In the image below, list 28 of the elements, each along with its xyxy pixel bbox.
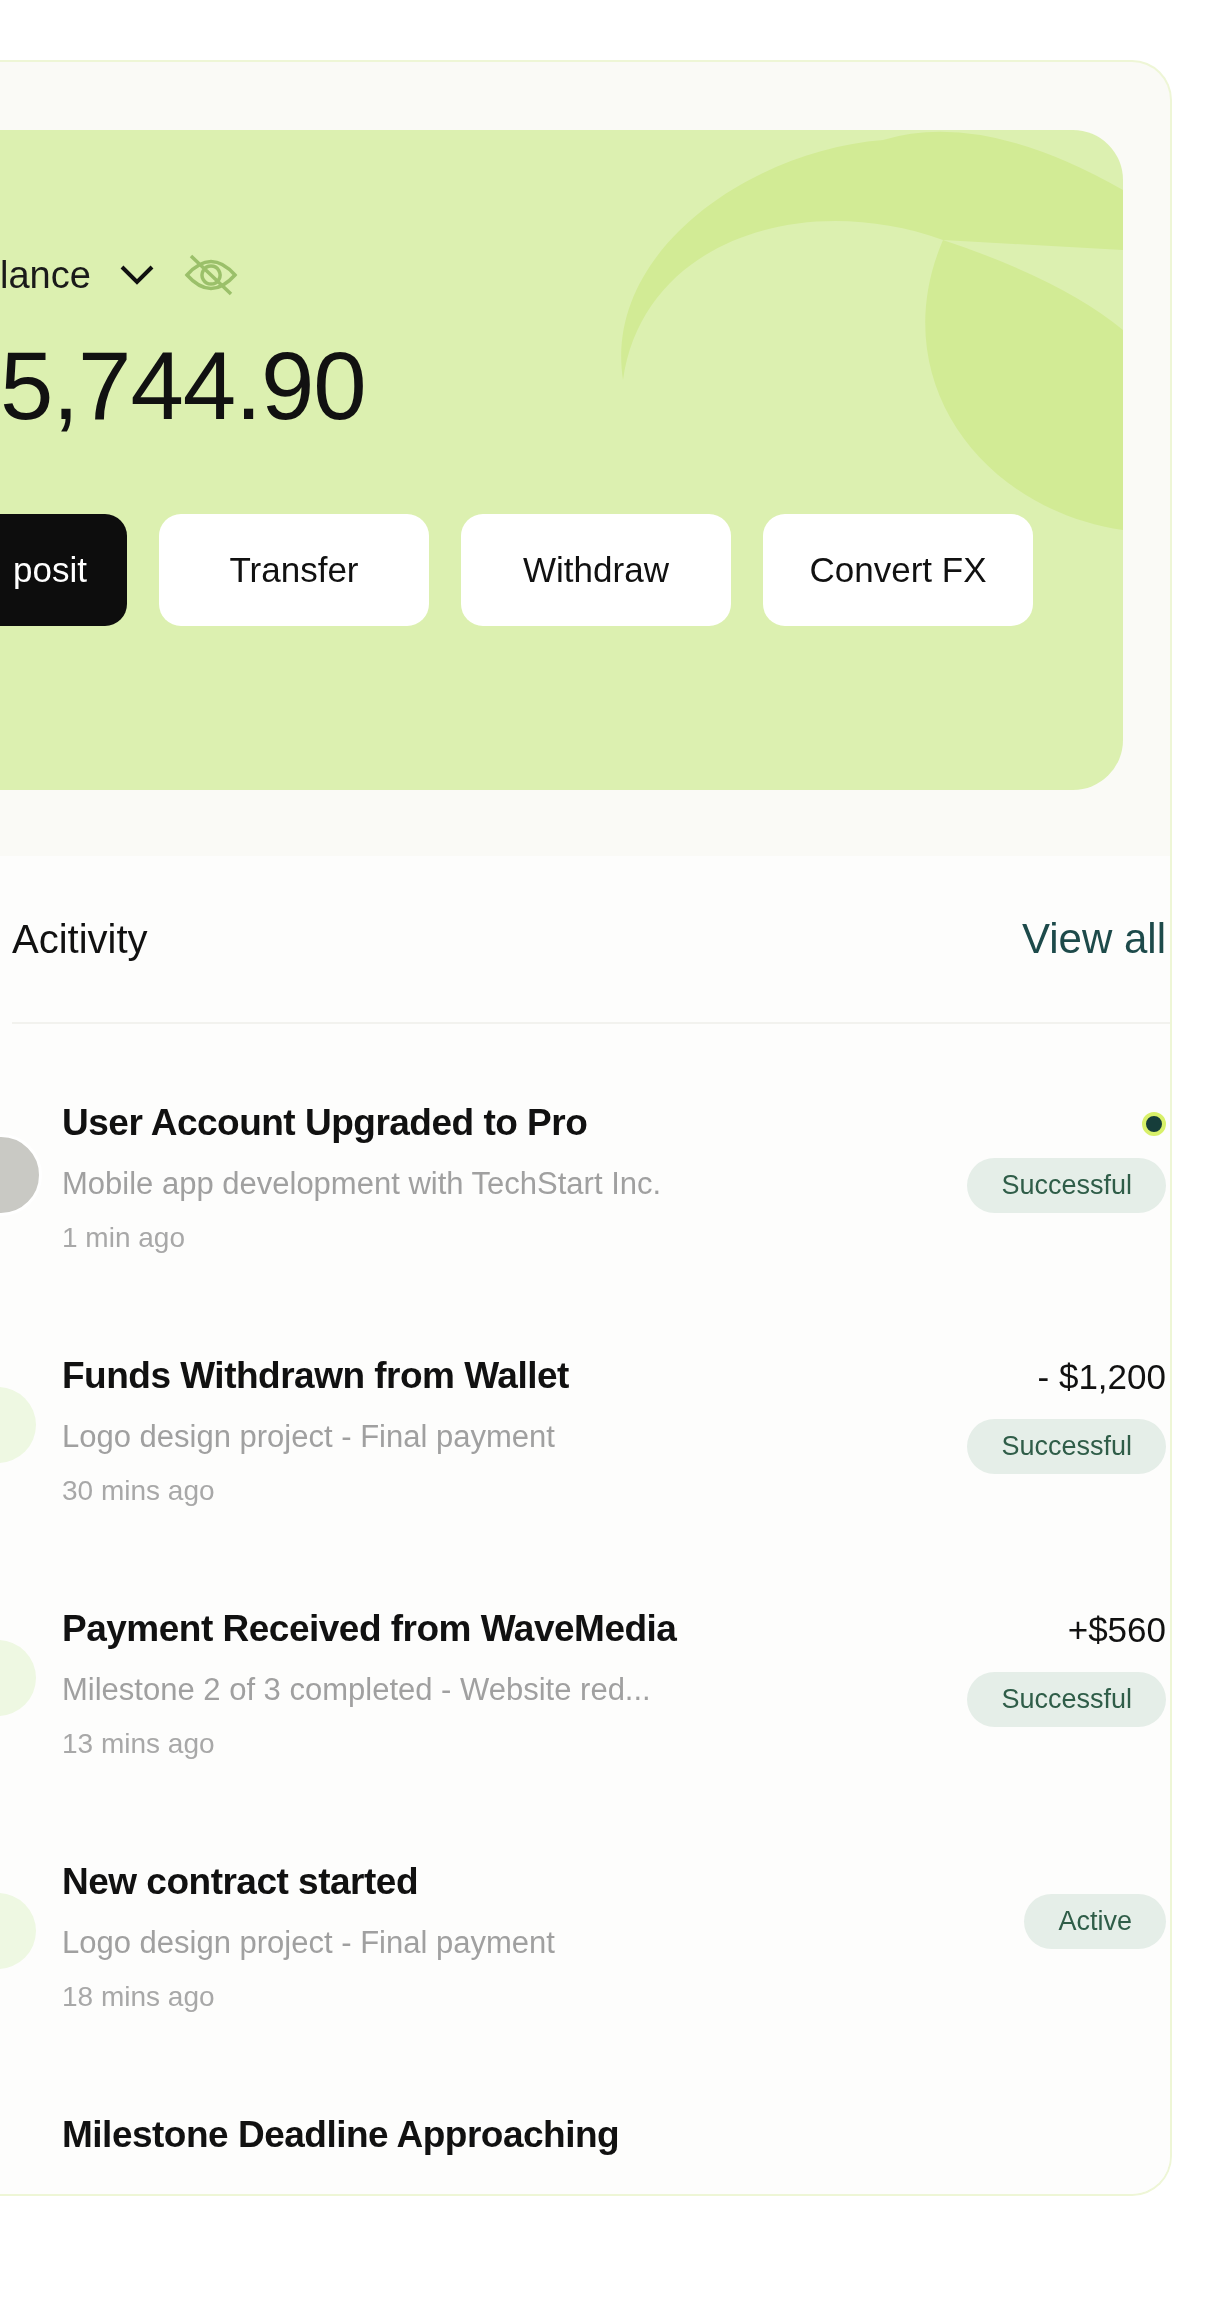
- chevron-down-icon[interactable]: [118, 264, 155, 286]
- activity-amount: +$560: [1067, 1609, 1166, 1650]
- balance-label: lance: [0, 253, 91, 297]
- balance-amount: 5,744.90: [0, 338, 367, 434]
- action-button[interactable]: Convert FX: [763, 514, 1033, 626]
- activity-title: User Account Upgraded to Pro: [62, 1102, 589, 1144]
- action-button[interactable]: Transfer: [159, 514, 429, 626]
- status-badge: Successful: [967, 1671, 1166, 1727]
- activity-title: Milestone Deadline Approaching: [62, 2114, 621, 2156]
- status-badge: Successful: [967, 1418, 1166, 1474]
- deposit-button[interactable]: posit: [0, 514, 127, 626]
- status-badge: Active: [1024, 1893, 1166, 1949]
- activity-title: Payment Received from WaveMedia: [62, 1608, 678, 1650]
- activity-title: New contract started: [62, 1861, 419, 1903]
- status-badge: Successful: [967, 1157, 1166, 1213]
- activity-description: Milestone 2 of 3 completed - Website red...: [62, 1672, 652, 1708]
- activity-description: Logo design project - Final payment: [62, 1419, 556, 1455]
- activity-description: Logo design project - Final payment: [62, 1925, 556, 1961]
- activity-time: 1 min ago: [62, 1222, 186, 1254]
- activity-time: 13 mins ago: [62, 1728, 216, 1760]
- action-button[interactable]: Withdraw: [461, 514, 731, 626]
- activity-amount: - $1,200: [1037, 1356, 1166, 1397]
- view-all-link[interactable]: View all: [1022, 915, 1166, 963]
- activity-time: 30 mins ago: [62, 1475, 216, 1507]
- activity-description: Mobile app development with TechStart Inc.: [62, 1166, 663, 1202]
- activity-time: 18 mins ago: [62, 1981, 216, 2013]
- activity-heading: Acitivity: [12, 916, 148, 962]
- activity-title: Funds Withdrawn from Wallet: [62, 1355, 570, 1397]
